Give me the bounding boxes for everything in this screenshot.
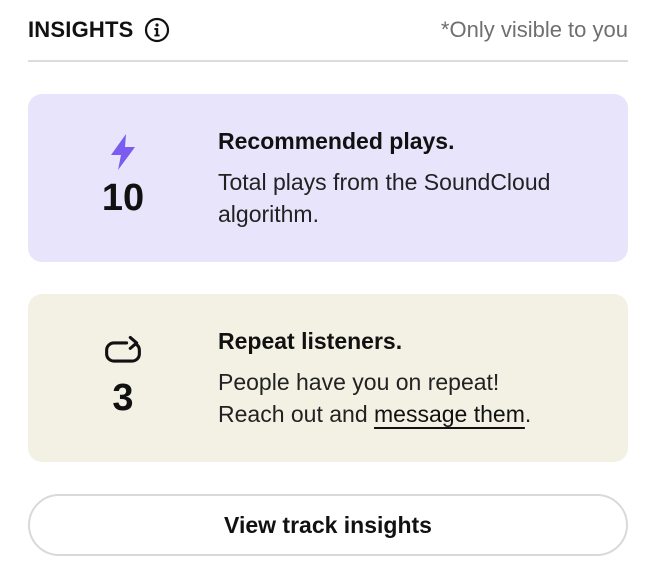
repeat-listeners-description-suffix: . [524, 401, 532, 427]
insights-title-group: INSIGHTS [28, 17, 170, 43]
recommended-plays-description: Total plays from the SoundCloud algorith… [218, 169, 551, 227]
repeat-listeners-description-prefix: Reach out and [218, 401, 375, 427]
repeat-listeners-title: Repeat listeners. [218, 328, 403, 354]
repeat-icon [103, 332, 143, 372]
header-divider [28, 60, 628, 62]
recommended-plays-metric: 10 [78, 132, 168, 220]
repeat-listeners-count: 3 [112, 377, 134, 419]
recommended-plays-text: Recommended plays. Total plays from the … [218, 126, 608, 230]
repeat-listeners-text: Repeat listeners. People have you on rep… [218, 326, 608, 430]
repeat-listeners-card: 3 Repeat listeners. People have you on r… [28, 294, 628, 462]
recommended-plays-title: Recommended plays. [218, 128, 455, 154]
insights-header: INSIGHTS *Only visible to you [28, 10, 628, 50]
view-track-insights-button[interactable]: View track insights [28, 494, 628, 556]
info-icon[interactable] [144, 17, 170, 43]
recommended-plays-card: 10 Recommended plays. Total plays from t… [28, 94, 628, 262]
recommended-plays-count: 10 [101, 177, 145, 219]
insights-title: INSIGHTS [28, 17, 134, 42]
repeat-listeners-description: People have you on repeat! Reach out and… [218, 366, 608, 430]
repeat-listeners-description-line1: People have you on repeat! [218, 369, 500, 395]
visibility-note: *Only visible to you [440, 17, 628, 42]
repeat-listeners-metric: 3 [78, 332, 168, 420]
lightning-bolt-icon [103, 132, 143, 172]
message-them-link[interactable]: message them [374, 401, 525, 427]
